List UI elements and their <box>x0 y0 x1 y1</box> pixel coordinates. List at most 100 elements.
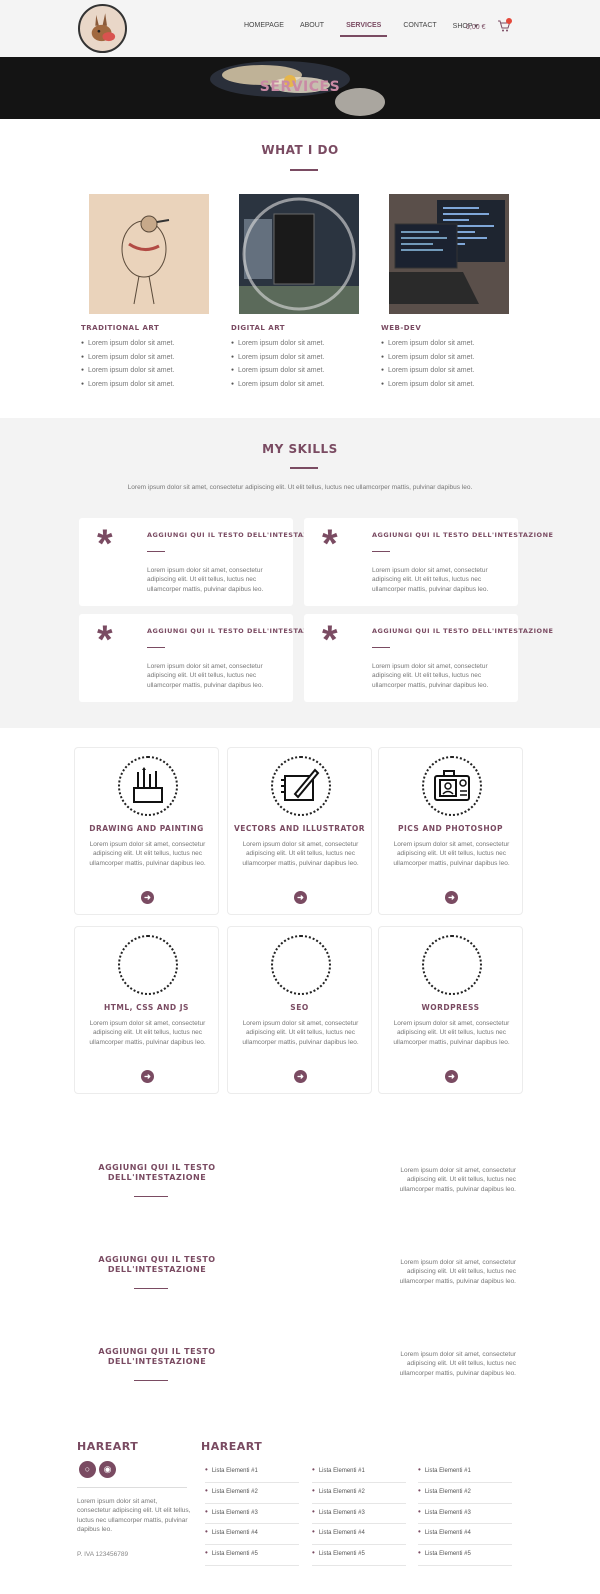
bird-drawing-image <box>89 194 209 314</box>
instagram-icon[interactable]: ○ <box>79 1461 96 1478</box>
list-item: Lorem ipsum dolor sit amet. <box>381 367 474 381</box>
traditional-art-list: Lorem ipsum dolor sit amet. Lorem ipsum … <box>81 340 174 394</box>
row-text: Lorem ipsum dolor sit amet, consectetur … <box>399 1351 516 1377</box>
service-text: Lorem ipsum dolor sit amet, consectetur … <box>242 1020 359 1046</box>
footer-list-1: Lista Elementi #1 Lista Elementi #2 List… <box>205 1462 299 1566</box>
main-nav: HOMEPAGE ABOUT SERVICES CONTACT SHOP <box>244 22 478 37</box>
list-item: Lorem ipsum dolor sit amet. <box>81 367 174 381</box>
service-card-drawing: DRAWING AND PAINTING Lorem ipsum dolor s… <box>74 747 219 915</box>
list-item: Lorem ipsum dolor sit amet. <box>81 381 174 395</box>
empty-circle-icon <box>118 935 178 995</box>
row-heading: AGGIUNGI QUI IL TESTO DELL'INTESTAZIONE <box>98 1163 216 1182</box>
service-text: Lorem ipsum dolor sit amet, consectetur … <box>89 841 206 867</box>
skill-heading: AGGIUNGI QUI IL TESTO DELL'INTESTAZIONE <box>147 531 329 539</box>
skill-card: * AGGIUNGI QUI IL TESTO DELL'INTESTAZION… <box>304 518 553 606</box>
nav-services[interactable]: SERVICES <box>340 22 388 37</box>
hare-logo-icon <box>80 6 125 51</box>
cart-total[interactable]: 0,00 € <box>466 24 485 31</box>
service-title: HTML, CSS AND JS <box>104 1003 189 1012</box>
service-title: PICS AND PHOTOSHOP <box>397 824 504 833</box>
traditional-art-title: TRADITIONAL ART <box>81 324 160 332</box>
skill-text: Lorem ipsum dolor sit amet, consectetur … <box>147 663 264 689</box>
service-card-pics: PICS AND PHOTOSHOP Lorem ipsum dolor sit… <box>378 747 523 915</box>
footer-divider <box>77 1487 187 1488</box>
what-i-do-divider <box>290 169 318 171</box>
arrow-right-icon[interactable]: ➜ <box>141 1070 154 1083</box>
service-card-seo: SEO Lorem ipsum dolor sit amet, consecte… <box>227 926 372 1094</box>
arrow-right-icon[interactable]: ➜ <box>445 891 458 904</box>
footer-link[interactable]: Lista Elementi #4 <box>205 1524 299 1546</box>
skill-card: * AGGIUNGI QUI IL TESTO DELL'INTESTAZION… <box>79 614 328 702</box>
list-item: Lorem ipsum dolor sit amet. <box>231 381 324 395</box>
digital-art-list: Lorem ipsum dolor sit amet. Lorem ipsum … <box>231 340 324 394</box>
row-text: Lorem ipsum dolor sit amet, consectetur … <box>399 1259 516 1285</box>
list-item: Lorem ipsum dolor sit amet. <box>81 340 174 354</box>
asterisk-icon: * <box>322 618 338 662</box>
service-text: Lorem ipsum dolor sit amet, consectetur … <box>242 841 359 867</box>
skills-subtitle: Lorem ipsum dolor sit amet, consectetur … <box>127 484 473 491</box>
skills-divider <box>290 467 318 469</box>
footer-link[interactable]: Lista Elementi #2 <box>418 1483 512 1504</box>
footer-brand: HAREART <box>77 1440 139 1453</box>
empty-circle-icon <box>271 935 331 995</box>
row-divider <box>134 1380 168 1381</box>
skill-heading: AGGIUNGI QUI IL TESTO DELL'INTESTAZIONE <box>372 531 554 539</box>
footer-link[interactable]: Lista Elementi #2 <box>205 1483 299 1504</box>
skill-text: Lorem ipsum dolor sit amet, consectetur … <box>147 567 264 593</box>
skills-title: MY SKILLS <box>262 442 338 456</box>
footer-link[interactable]: Lista Elementi #4 <box>312 1524 406 1546</box>
camera-icon <box>434 770 470 801</box>
row-text: Lorem ipsum dolor sit amet, consectetur … <box>399 1167 516 1193</box>
footer-brand-secondary: HAREART <box>201 1440 263 1453</box>
service-card-wordpress: WORDPRESS Lorem ipsum dolor sit amet, co… <box>378 926 523 1094</box>
hero-banner: SERVICES <box>0 57 600 119</box>
web-dev-list: Lorem ipsum dolor sit amet. Lorem ipsum … <box>381 340 474 394</box>
arrow-right-icon[interactable]: ➜ <box>294 1070 307 1083</box>
service-text: Lorem ipsum dolor sit amet, consectetur … <box>393 841 510 867</box>
brushes-icon <box>133 767 163 803</box>
service-title: WORDPRESS <box>421 1003 480 1012</box>
footer-link[interactable]: Lista Elementi #3 <box>418 1504 512 1525</box>
row-divider <box>134 1196 168 1197</box>
asterisk-icon: * <box>97 618 113 662</box>
what-i-do-title: WHAT I DO <box>261 143 339 157</box>
footer-list-3: Lista Elementi #1 Lista Elementi #2 List… <box>418 1462 512 1566</box>
arrow-right-icon[interactable]: ➜ <box>141 891 154 904</box>
footer-link[interactable]: Lista Elementi #4 <box>418 1524 512 1546</box>
row-heading: AGGIUNGI QUI IL TESTO DELL'INTESTAZIONE <box>98 1347 216 1366</box>
nav-homepage[interactable]: HOMEPAGE <box>244 22 284 37</box>
footer-link[interactable]: Lista Elementi #5 <box>418 1545 512 1566</box>
nav-contact[interactable]: CONTACT <box>403 22 436 37</box>
footer-link[interactable]: Lista Elementi #1 <box>418 1462 512 1483</box>
footer-text: Lorem ipsum dolor sit amet, consectetur … <box>77 1498 191 1534</box>
footer-link[interactable]: Lista Elementi #3 <box>312 1504 406 1525</box>
list-item: Lorem ipsum dolor sit amet. <box>381 354 474 368</box>
row-divider <box>134 1288 168 1289</box>
footer-link[interactable]: Lista Elementi #2 <box>312 1483 406 1504</box>
list-item: Lorem ipsum dolor sit amet. <box>231 354 324 368</box>
skill-heading: AGGIUNGI QUI IL TESTO DELL'INTESTAZIONE <box>372 627 554 635</box>
service-text: Lorem ipsum dolor sit amet, consectetur … <box>393 1020 510 1046</box>
digital-art-title: DIGITAL ART <box>231 324 286 332</box>
asterisk-icon: * <box>97 522 113 566</box>
footer-link[interactable]: Lista Elementi #5 <box>205 1545 299 1566</box>
footer-link[interactable]: Lista Elementi #3 <box>205 1504 299 1525</box>
footer-link[interactable]: Lista Elementi #1 <box>312 1462 406 1483</box>
asterisk-icon: * <box>322 522 338 566</box>
hero-title: SERVICES <box>259 79 341 95</box>
skill-card: * AGGIUNGI QUI IL TESTO DELL'INTESTAZION… <box>79 518 328 606</box>
site-header: HOMEPAGE ABOUT SERVICES CONTACT SHOP 0,0… <box>0 0 600 57</box>
skill-divider <box>372 647 390 648</box>
service-icon-frame <box>422 756 482 816</box>
web-dev-title: WEB-DEV <box>381 324 422 332</box>
arrow-right-icon[interactable]: ➜ <box>445 1070 458 1083</box>
service-title: DRAWING AND PAINTING <box>89 824 204 833</box>
arrow-right-icon[interactable]: ➜ <box>294 891 307 904</box>
footer-link[interactable]: Lista Elementi #5 <box>312 1545 406 1566</box>
footer-link[interactable]: Lista Elementi #1 <box>205 1462 299 1483</box>
nav-about[interactable]: ABOUT <box>300 22 324 37</box>
site-logo[interactable] <box>78 4 127 53</box>
github-icon[interactable]: ◉ <box>99 1461 116 1478</box>
skill-text: Lorem ipsum dolor sit amet, consectetur … <box>372 567 489 593</box>
service-card-html: HTML, CSS AND JS Lorem ipsum dolor sit a… <box>74 926 219 1094</box>
